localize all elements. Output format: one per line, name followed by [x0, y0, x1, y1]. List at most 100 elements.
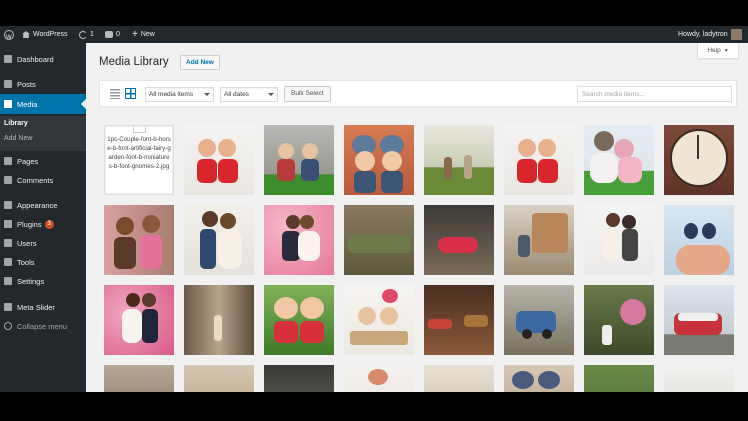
attachment-thumbnail[interactable] — [584, 205, 654, 275]
attachment-thumbnail[interactable] — [584, 285, 654, 355]
sidebar-item-label: Collapse menu — [17, 321, 68, 331]
collapse-menu-button[interactable]: Collapse menu — [0, 316, 86, 336]
user-icon — [4, 239, 12, 247]
sidebar-item-label: Appearance — [17, 200, 58, 210]
attachment-thumbnail[interactable] — [504, 125, 574, 195]
sidebar-item-label: Posts — [17, 79, 36, 89]
sidebar-item-label: Media — [17, 99, 38, 109]
attachment-thumbnail[interactable] — [344, 285, 414, 355]
slider-icon — [4, 303, 12, 311]
sidebar-item-label: Pages — [17, 156, 39, 166]
sidebar-item-label: Dashboard — [17, 54, 54, 64]
attachment-thumbnail[interactable] — [184, 205, 254, 275]
attachment-thumbnail[interactable] — [264, 205, 334, 275]
updates-link[interactable]: 1 — [79, 26, 94, 43]
comment-bubble-icon — [105, 31, 113, 38]
new-content-link[interactable]: + New — [132, 26, 155, 43]
sidebar-item-label: Settings — [17, 276, 45, 286]
sidebar-item-label: Meta Slider — [17, 302, 55, 312]
attachment-thumbnail[interactable] — [344, 125, 414, 195]
comment-icon — [4, 176, 12, 184]
site-name-link[interactable]: WordPress — [22, 26, 68, 43]
sidebar-item-label: Tools — [17, 257, 35, 267]
plugin-update-badge: 3 — [44, 219, 54, 229]
attachment-thumbnail[interactable] — [104, 365, 174, 392]
attachment-thumbnail[interactable] — [264, 365, 334, 392]
help-tab[interactable]: Help ▼ — [697, 43, 739, 59]
attachment-filename: 1pc-Couple-font-b-horse-b-font-artificia… — [107, 135, 171, 192]
brush-icon — [4, 201, 12, 209]
browser-viewport: WordPress 1 0 + New Howdy, ladytron Dash… — [0, 26, 748, 392]
sidebar-item-settings[interactable]: Settings — [0, 271, 86, 291]
attachment-thumbnail[interactable] — [424, 125, 494, 195]
sidebar-item-media[interactable]: Media — [0, 94, 86, 114]
sidebar-item-users[interactable]: Users — [0, 233, 86, 253]
sidebar-item-label: Users — [17, 238, 37, 248]
attachment-thumbnail[interactable] — [264, 125, 334, 195]
attachment-thumbnail[interactable] — [104, 205, 174, 275]
page-icon — [4, 157, 12, 165]
plus-icon: + — [132, 29, 138, 40]
search-input[interactable] — [577, 86, 732, 102]
account-menu[interactable]: Howdy, ladytron — [678, 26, 742, 43]
sidebar-item-appearance[interactable]: Appearance — [0, 195, 86, 215]
sidebar-item-label: Plugins — [17, 219, 42, 229]
attachment-thumbnail[interactable] — [424, 205, 494, 275]
sidebar-item-meta-slider[interactable]: Meta Slider — [0, 297, 86, 317]
attachment-thumbnail[interactable] — [504, 205, 574, 275]
new-label: New — [140, 31, 155, 38]
attachment-thumbnail[interactable] — [184, 125, 254, 195]
attachment-thumbnail[interactable] — [664, 125, 734, 195]
attachment-thumbnail[interactable] — [504, 365, 574, 392]
sidebar-item-dashboard[interactable]: Dashboard — [0, 49, 86, 69]
date-filter[interactable]: All dates — [220, 87, 278, 102]
avatar — [730, 29, 742, 40]
submenu-item-library[interactable]: Library — [4, 120, 28, 127]
sidebar-item-comments[interactable]: Comments — [0, 170, 86, 190]
attachment-thumbnail[interactable] — [424, 285, 494, 355]
site-name: WordPress — [33, 31, 68, 38]
sidebar-item-posts[interactable]: Posts — [0, 74, 86, 94]
attachment-thumbnail[interactable] — [184, 285, 254, 355]
sidebar-item-pages[interactable]: Pages — [0, 151, 86, 171]
attachment-thumbnail[interactable] — [344, 365, 414, 392]
attachment-thumbnail[interactable] — [664, 285, 734, 355]
attachment-thumbnail[interactable] — [664, 205, 734, 275]
attachment-thumbnail[interactable] — [344, 205, 414, 275]
add-new-button[interactable]: Add New — [180, 55, 220, 70]
attachment-thumbnail[interactable] — [424, 365, 494, 392]
media-icon — [4, 100, 12, 108]
sidebar-item-plugins[interactable]: Plugins 3 — [0, 214, 86, 234]
attachment-thumbnail[interactable] — [104, 285, 174, 355]
wordpress-logo-button[interactable] — [4, 26, 14, 47]
comments-link[interactable]: 0 — [105, 26, 120, 43]
attachment-thumbnail[interactable] — [184, 365, 254, 392]
list-view-icon[interactable] — [110, 89, 120, 99]
chevron-down-icon — [268, 93, 274, 99]
dashboard-icon — [4, 55, 12, 63]
bulk-select-button[interactable]: Bulk Select — [284, 86, 331, 102]
wordpress-logo-icon — [4, 29, 14, 47]
updates-icon — [79, 30, 87, 39]
updates-count: 1 — [90, 31, 94, 38]
image-thumbnail-icon — [133, 127, 146, 133]
media-type-filter[interactable]: All media items — [145, 87, 214, 102]
attachment-tile[interactable]: 1pc-Couple-font-b-horse-b-font-artificia… — [104, 125, 174, 195]
attachment-thumbnail[interactable] — [264, 285, 334, 355]
submenu-item-add-new[interactable]: Add New — [4, 135, 32, 142]
greeting-text: Howdy, ladytron — [678, 31, 728, 38]
attachment-thumbnail[interactable] — [584, 125, 654, 195]
settings-icon — [4, 277, 12, 285]
attachment-thumbnail[interactable] — [584, 365, 654, 392]
attachment-thumbnail[interactable] — [664, 365, 734, 392]
sidebar-item-tools[interactable]: Tools — [0, 252, 86, 272]
pin-icon — [4, 80, 12, 88]
collapse-icon — [4, 322, 12, 330]
attachment-thumbnail[interactable] — [504, 285, 574, 355]
wrench-icon — [4, 258, 12, 266]
page-title: Media Library — [99, 56, 169, 68]
media-type-filter-value: All media items — [149, 91, 194, 98]
media-submenu: Library Add New — [0, 116, 86, 151]
help-label: Help — [707, 47, 721, 54]
grid-view-icon[interactable] — [125, 88, 136, 99]
